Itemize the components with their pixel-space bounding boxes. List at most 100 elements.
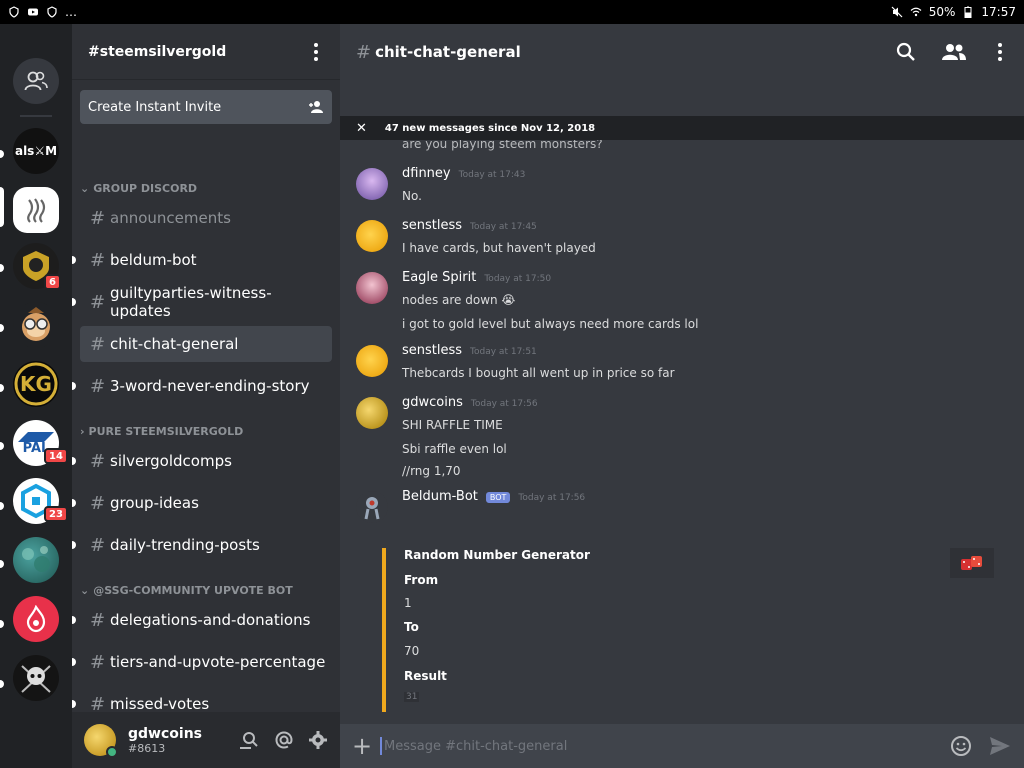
selected-pip — [0, 187, 4, 227]
hash-icon: # — [90, 492, 106, 514]
avatar[interactable] — [356, 345, 388, 377]
hash-icon: # — [90, 207, 106, 229]
channel-label: 3-word-never-ending-story — [110, 377, 310, 395]
overflow-menu-icon[interactable] — [992, 43, 1008, 61]
hash-icon: # — [356, 41, 372, 63]
channel-label: silvergoldcomps — [110, 452, 232, 470]
battery-icon — [964, 6, 972, 18]
server-kg[interactable]: KG — [13, 361, 59, 407]
search-members-icon[interactable] — [238, 730, 260, 750]
avatar[interactable] — [356, 168, 388, 200]
channel-daily-trending-posts[interactable]: # daily-trending-posts — [72, 527, 332, 563]
channel-silvergoldcomps[interactable]: # silvergoldcomps — [72, 443, 332, 479]
server-steem[interactable] — [13, 187, 59, 233]
channel-chit-chat-general[interactable]: # chit-chat-general — [80, 326, 332, 362]
timestamp: Today at 17:43 — [458, 170, 526, 180]
timestamp: Today at 17:56 — [470, 399, 538, 409]
author-name[interactable]: senstless — [402, 343, 462, 358]
dice-icon — [961, 556, 982, 570]
timestamp: Today at 17:51 — [470, 347, 537, 357]
svg-text:KG: KG — [20, 372, 52, 396]
user-panel: gdwcoins #8613 — [72, 712, 340, 768]
unread-pip — [72, 382, 76, 390]
search-icon[interactable] — [896, 42, 916, 62]
server-monkey[interactable] — [13, 302, 59, 348]
unread-pip — [0, 324, 4, 332]
mention-badge: 23 — [44, 506, 68, 522]
settings-gear-icon[interactable] — [308, 730, 328, 750]
author-name[interactable]: Beldum-Bot — [402, 489, 478, 504]
timestamp: Today at 17:50 — [484, 274, 552, 284]
unread-pip — [0, 264, 4, 272]
message-author: Eagle Spirit Today at 17:50 — [402, 270, 551, 285]
category-group-discord[interactable]: ⌄ GROUP DISCORD — [76, 182, 201, 195]
mentions-icon[interactable] — [274, 730, 294, 750]
youtube-icon — [28, 8, 38, 16]
new-messages-label: 47 new messages since Nov 12, 2018 — [384, 122, 596, 134]
avatar[interactable] — [356, 397, 388, 429]
category-ssg-community-upvote-bot[interactable]: ⌄ @SSG-COMMUNITY UPVOTE BOT — [76, 584, 297, 597]
online-status-icon — [106, 746, 118, 758]
create-invite-button[interactable]: Create Instant Invite — [80, 90, 332, 124]
shield-icon — [47, 6, 57, 18]
create-invite-label: Create Instant Invite — [88, 99, 222, 115]
server-als[interactable]: als⚔M — [13, 128, 59, 174]
member-list-icon[interactable] — [942, 43, 966, 61]
channel-tiers-and-upvote-percentage[interactable]: # tiers-and-upvote-percentage — [72, 644, 332, 680]
channel-label: guiltyparties-witness-updates — [110, 284, 272, 320]
kg-coin-icon: KG — [14, 362, 58, 406]
channel-group-ideas[interactable]: # group-ideas — [72, 485, 332, 521]
hash-icon: # — [90, 651, 106, 673]
server-lit[interactable] — [13, 596, 59, 642]
home-button[interactable] — [13, 58, 59, 104]
message-text: nodes are down 😭 — [402, 293, 516, 307]
server-reef[interactable] — [13, 537, 59, 583]
message-text: i got to gold level but always need more… — [402, 317, 699, 331]
author-name[interactable]: dfinney — [402, 166, 451, 181]
chevron-down-icon: ⌄ — [80, 182, 90, 195]
server-skull[interactable] — [13, 655, 59, 701]
message-input[interactable]: Message #chit-chat-general — [384, 739, 567, 754]
message-text: SHI RAFFLE TIME — [402, 418, 503, 432]
server-header[interactable]: #steemsilvergold — [72, 24, 340, 80]
channel-announcements[interactable]: # announcements — [80, 200, 332, 236]
channel-beldum-bot[interactable]: # beldum-bot — [72, 242, 332, 278]
message-author: senstless Today at 17:51 — [402, 343, 537, 358]
bot-avatar[interactable] — [356, 491, 388, 523]
embed-field-value: 1 — [404, 596, 412, 610]
add-attachment-icon[interactable]: + — [352, 732, 376, 760]
send-icon[interactable] — [988, 735, 1012, 757]
channel-label: beldum-bot — [110, 251, 197, 269]
embed-field-value: 31 — [404, 692, 420, 702]
hash-icon: # — [90, 693, 106, 713]
channel-label: chit-chat-general — [110, 335, 239, 353]
emoji-icon[interactable] — [950, 735, 972, 757]
message-text: Thebcards I bought all went up in price … — [402, 366, 675, 380]
mention-badge: 14 — [44, 448, 68, 464]
server-menu-icon[interactable] — [308, 42, 324, 61]
close-icon[interactable]: ✕ — [356, 121, 367, 136]
author-name[interactable]: gdwcoins — [402, 395, 463, 410]
channel-3-word-never-ending-story[interactable]: # 3-word-never-ending-story — [72, 368, 332, 404]
new-messages-bar[interactable]: ✕ 47 new messages since Nov 12, 2018 — [340, 116, 1024, 140]
shield-icon — [9, 6, 19, 18]
author-name[interactable]: Eagle Spirit — [402, 270, 476, 285]
header-actions — [896, 42, 1008, 62]
category-label: GROUP DISCORD — [93, 182, 198, 195]
author-name[interactable]: senstless — [402, 218, 462, 233]
channel-delegations-and-donations[interactable]: # delegations-and-donations — [72, 602, 332, 638]
more-notifications-icon: … — [65, 5, 77, 19]
channel-guiltyparties-witness-updates[interactable]: # guiltyparties-witness-updates — [72, 284, 332, 320]
message-author: Beldum-Bot BOT Today at 17:56 — [402, 489, 585, 504]
user-avatar[interactable] — [84, 724, 118, 758]
channel-title: chit-chat-general — [375, 43, 521, 61]
unread-pip — [0, 502, 4, 510]
channel-label: announcements — [110, 209, 231, 227]
avatar[interactable] — [356, 220, 388, 252]
avatar[interactable] — [356, 272, 388, 304]
unread-pip — [0, 384, 4, 392]
hash-icon: # — [90, 249, 106, 271]
category-pure-steemsilvergold[interactable]: › PURE STEEMSILVERGOLD — [76, 425, 247, 438]
channel-missed-votes[interactable]: # missed-votes — [72, 686, 332, 713]
embed-field-name: From — [404, 573, 439, 587]
